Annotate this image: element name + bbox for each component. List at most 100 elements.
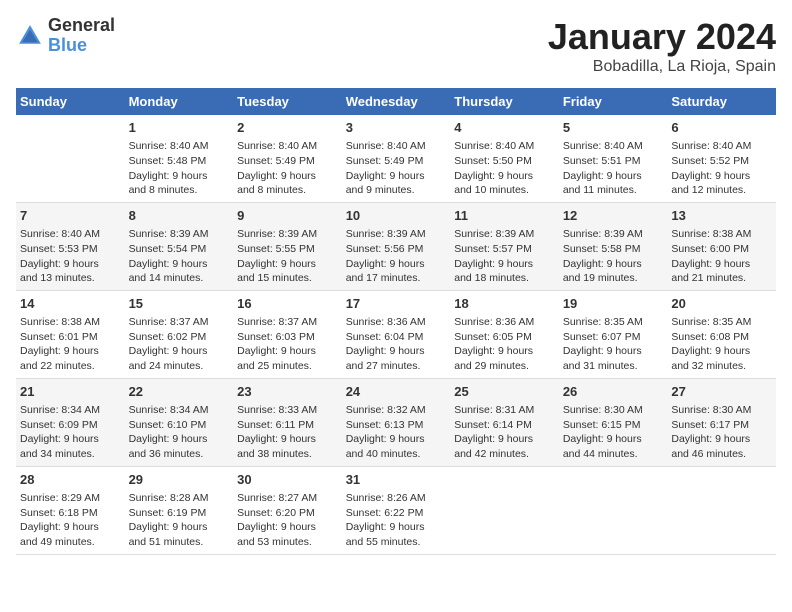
calendar-cell: [450, 466, 559, 554]
cell-line: Sunset: 6:17 PM: [671, 418, 772, 433]
cell-line: and 14 minutes.: [129, 271, 230, 286]
cell-line: and 8 minutes.: [237, 183, 338, 198]
cell-line: Sunset: 5:54 PM: [129, 242, 230, 257]
cell-line: Sunset: 5:58 PM: [563, 242, 664, 257]
day-number: 30: [237, 471, 338, 489]
cell-line: and 53 minutes.: [237, 535, 338, 550]
cell-line: and 36 minutes.: [129, 447, 230, 462]
logo-icon: [16, 22, 44, 50]
cell-line: Sunrise: 8:34 AM: [20, 403, 121, 418]
cell-line: Daylight: 9 hours: [346, 432, 447, 447]
cell-line: Daylight: 9 hours: [129, 520, 230, 535]
cell-line: Sunrise: 8:34 AM: [129, 403, 230, 418]
weekday-header-row: SundayMondayTuesdayWednesdayThursdayFrid…: [16, 88, 776, 115]
day-number: 11: [454, 207, 555, 225]
calendar-week-row: 14Sunrise: 8:38 AMSunset: 6:01 PMDayligh…: [16, 290, 776, 378]
cell-line: and 55 minutes.: [346, 535, 447, 550]
cell-line: and 18 minutes.: [454, 271, 555, 286]
cell-line: Daylight: 9 hours: [20, 344, 121, 359]
cell-line: Sunset: 6:05 PM: [454, 330, 555, 345]
cell-line: and 9 minutes.: [346, 183, 447, 198]
cell-line: Sunset: 6:09 PM: [20, 418, 121, 433]
cell-line: Sunset: 6:18 PM: [20, 506, 121, 521]
cell-line: Sunset: 6:14 PM: [454, 418, 555, 433]
cell-line: Daylight: 9 hours: [454, 432, 555, 447]
day-number: 21: [20, 383, 121, 401]
day-number: 20: [671, 295, 772, 313]
cell-line: Sunset: 5:50 PM: [454, 154, 555, 169]
cell-line: Daylight: 9 hours: [671, 257, 772, 272]
cell-line: Sunset: 6:13 PM: [346, 418, 447, 433]
calendar-cell: 22Sunrise: 8:34 AMSunset: 6:10 PMDayligh…: [125, 378, 234, 466]
cell-line: Sunset: 5:52 PM: [671, 154, 772, 169]
cell-line: Sunset: 6:02 PM: [129, 330, 230, 345]
day-number: 2: [237, 119, 338, 137]
cell-line: Sunrise: 8:40 AM: [237, 139, 338, 154]
cell-line: Sunset: 6:08 PM: [671, 330, 772, 345]
calendar-cell: 4Sunrise: 8:40 AMSunset: 5:50 PMDaylight…: [450, 115, 559, 202]
cell-line: Sunrise: 8:30 AM: [563, 403, 664, 418]
day-number: 6: [671, 119, 772, 137]
weekday-header: Wednesday: [342, 88, 451, 115]
day-number: 24: [346, 383, 447, 401]
month-title: January 2024: [548, 16, 776, 58]
calendar-cell: 20Sunrise: 8:35 AMSunset: 6:08 PMDayligh…: [667, 290, 776, 378]
day-number: 12: [563, 207, 664, 225]
cell-line: Sunset: 6:03 PM: [237, 330, 338, 345]
cell-line: Sunset: 6:04 PM: [346, 330, 447, 345]
cell-line: Daylight: 9 hours: [563, 344, 664, 359]
day-number: 8: [129, 207, 230, 225]
cell-line: Daylight: 9 hours: [346, 257, 447, 272]
logo: General Blue: [16, 16, 115, 56]
day-number: 15: [129, 295, 230, 313]
cell-line: and 13 minutes.: [20, 271, 121, 286]
weekday-header: Thursday: [450, 88, 559, 115]
cell-line: Sunrise: 8:36 AM: [454, 315, 555, 330]
cell-line: Sunset: 6:10 PM: [129, 418, 230, 433]
cell-line: Sunrise: 8:40 AM: [563, 139, 664, 154]
page-header: General Blue January 2024 Bobadilla, La …: [16, 16, 776, 76]
cell-line: Sunrise: 8:30 AM: [671, 403, 772, 418]
day-number: 7: [20, 207, 121, 225]
cell-line: Daylight: 9 hours: [454, 344, 555, 359]
cell-line: Sunrise: 8:40 AM: [346, 139, 447, 154]
cell-line: Daylight: 9 hours: [237, 169, 338, 184]
cell-line: Sunrise: 8:39 AM: [346, 227, 447, 242]
logo-general: General: [48, 16, 115, 36]
weekday-header: Friday: [559, 88, 668, 115]
cell-line: Sunrise: 8:39 AM: [129, 227, 230, 242]
location: Bobadilla, La Rioja, Spain: [548, 58, 776, 76]
cell-line: Sunrise: 8:35 AM: [671, 315, 772, 330]
cell-line: Sunset: 5:49 PM: [237, 154, 338, 169]
cell-line: and 12 minutes.: [671, 183, 772, 198]
day-number: 23: [237, 383, 338, 401]
cell-line: Sunrise: 8:35 AM: [563, 315, 664, 330]
cell-line: Sunset: 6:11 PM: [237, 418, 338, 433]
cell-line: and 51 minutes.: [129, 535, 230, 550]
cell-line: Sunrise: 8:28 AM: [129, 491, 230, 506]
cell-line: Sunset: 6:07 PM: [563, 330, 664, 345]
day-number: 31: [346, 471, 447, 489]
cell-line: Sunrise: 8:29 AM: [20, 491, 121, 506]
cell-line: Daylight: 9 hours: [563, 432, 664, 447]
cell-line: Sunrise: 8:39 AM: [237, 227, 338, 242]
cell-line: Daylight: 9 hours: [237, 344, 338, 359]
cell-line: and 17 minutes.: [346, 271, 447, 286]
cell-line: Sunrise: 8:26 AM: [346, 491, 447, 506]
weekday-header: Sunday: [16, 88, 125, 115]
day-number: 27: [671, 383, 772, 401]
title-block: January 2024 Bobadilla, La Rioja, Spain: [548, 16, 776, 76]
cell-line: and 32 minutes.: [671, 359, 772, 374]
cell-line: and 15 minutes.: [237, 271, 338, 286]
day-number: 14: [20, 295, 121, 313]
calendar-cell: 23Sunrise: 8:33 AMSunset: 6:11 PMDayligh…: [233, 378, 342, 466]
weekday-header: Tuesday: [233, 88, 342, 115]
cell-line: Sunrise: 8:39 AM: [454, 227, 555, 242]
calendar-cell: 6Sunrise: 8:40 AMSunset: 5:52 PMDaylight…: [667, 115, 776, 202]
cell-line: Sunrise: 8:37 AM: [129, 315, 230, 330]
calendar-cell: 1Sunrise: 8:40 AMSunset: 5:48 PMDaylight…: [125, 115, 234, 202]
cell-line: and 46 minutes.: [671, 447, 772, 462]
cell-line: Sunrise: 8:32 AM: [346, 403, 447, 418]
cell-line: and 40 minutes.: [346, 447, 447, 462]
cell-line: Daylight: 9 hours: [346, 169, 447, 184]
